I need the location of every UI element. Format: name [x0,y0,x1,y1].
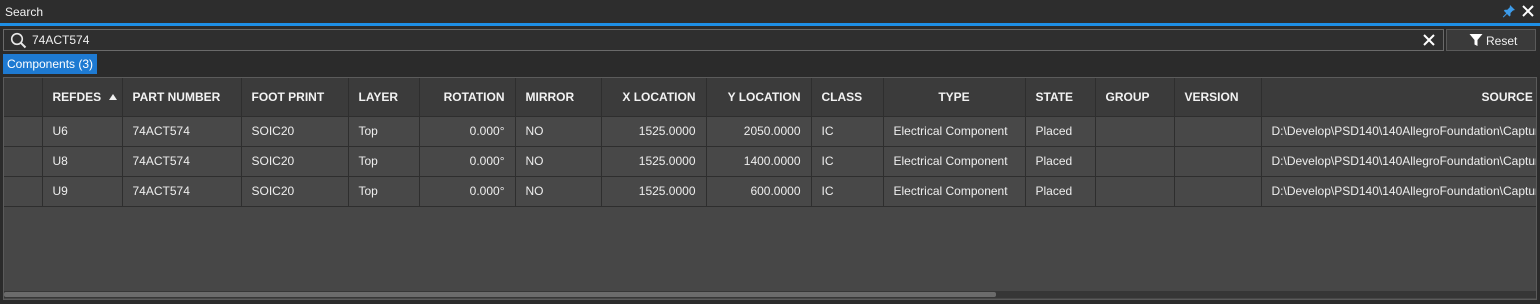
horizontal-scrollbar[interactable] [4,291,1536,298]
cell-version [1174,116,1262,147]
pin-icon[interactable] [1502,4,1516,18]
column-header-rotation[interactable]: ROTATION [419,78,516,117]
cell-layer: Top [348,176,420,207]
column-header-state[interactable]: STATE [1025,78,1096,117]
column-header-y-location[interactable]: Y LOCATION [706,78,812,117]
cell-rotation: 0.000° [419,146,516,177]
column-header-select[interactable] [4,78,43,117]
cell-class: IC [811,176,884,207]
cell-mirror: NO [515,116,602,147]
cell-foot-print: SOIC20 [241,176,349,207]
results-table: REFDES PART NUMBER FOOT PRINT LAYER ROTA… [4,78,1536,207]
column-header-mirror[interactable]: MIRROR [515,78,602,117]
search-input[interactable] [32,32,1412,48]
close-icon[interactable] [1520,3,1536,19]
cell-rotation: 0.000° [419,116,516,147]
cell-version [1174,176,1262,207]
cell-refdes: U6 [42,116,123,147]
window-title: Search [5,5,44,19]
cell-layer: Top [348,146,420,177]
cell-class: IC [811,146,884,177]
row-selector[interactable] [4,176,43,207]
cell-part-number: 74ACT574 [122,176,242,207]
cell-group [1095,176,1175,207]
cell-y-location: 600.0000 [706,176,812,207]
table-row[interactable]: U9 74ACT574 SOIC20 Top 0.000° NO 1525.00… [4,176,1536,207]
cell-part-number: 74ACT574 [122,146,242,177]
cell-refdes: U9 [42,176,123,207]
sort-ascending-icon [109,93,118,100]
cell-part-number: 74ACT574 [122,116,242,147]
cell-type: Electrical Component [883,116,1026,147]
column-header-foot-print[interactable]: FOOT PRINT [241,78,349,117]
cell-state: Placed [1025,176,1096,207]
cell-y-location: 2050.0000 [706,116,812,147]
table-row[interactable]: U6 74ACT574 SOIC20 Top 0.000° NO 1525.00… [4,116,1536,147]
reset-button-label: Reset [1486,34,1518,48]
cell-state: Placed [1025,146,1096,177]
column-header-x-location[interactable]: X LOCATION [601,78,707,117]
column-header-layer[interactable]: LAYER [348,78,420,117]
cell-x-location: 1525.0000 [601,146,707,177]
cell-class: IC [811,116,884,147]
search-icon [10,32,27,49]
cell-state: Placed [1025,116,1096,147]
scrollbar-thumb[interactable] [4,292,996,297]
column-header-group[interactable]: GROUP [1095,78,1175,117]
row-selector[interactable] [4,146,43,177]
cell-mirror: NO [515,176,602,207]
column-header-version[interactable]: VERSION [1174,78,1262,117]
tab-components[interactable]: Components (3) [3,54,98,74]
column-header-source[interactable]: SOURCE [1261,78,1536,117]
column-header-class[interactable]: CLASS [811,78,884,117]
accent-bar [0,23,1540,26]
cell-y-location: 1400.0000 [706,146,812,177]
filter-icon [1469,34,1483,46]
column-header-refdes[interactable]: REFDES [42,78,123,117]
column-header-label: REFDES [52,89,102,104]
cell-type: Electrical Component [883,146,1026,177]
table-row[interactable]: U8 74ACT574 SOIC20 Top 0.000° NO 1525.00… [4,146,1536,177]
clear-search-icon[interactable] [1422,33,1436,47]
cell-x-location: 1525.0000 [601,116,707,147]
cell-type: Electrical Component [883,176,1026,207]
cell-version [1174,146,1262,177]
column-header-type[interactable]: TYPE [883,78,1026,117]
cell-mirror: NO [515,146,602,177]
search-box[interactable] [3,29,1444,51]
cell-layer: Top [348,116,420,147]
cell-source: D:\Develop\PSD140\140AllegroFoundation\C… [1261,146,1536,177]
cell-rotation: 0.000° [419,176,516,207]
cell-foot-print: SOIC20 [241,116,349,147]
reset-button[interactable]: Reset [1446,29,1536,51]
cell-source: D:\Develop\PSD140\140AllegroFoundation\C… [1261,116,1536,147]
header-row: REFDES PART NUMBER FOOT PRINT LAYER ROTA… [4,78,1536,117]
cell-x-location: 1525.0000 [601,176,707,207]
title-bar: Search [0,0,1540,23]
cell-foot-print: SOIC20 [241,146,349,177]
cell-group [1095,146,1175,177]
cell-source: D:\Develop\PSD140\140AllegroFoundation\C… [1261,176,1536,207]
row-selector[interactable] [4,116,43,147]
cell-refdes: U8 [42,146,123,177]
column-header-part-number[interactable]: PART NUMBER [122,78,242,117]
cell-group [1095,116,1175,147]
results-grid: REFDES PART NUMBER FOOT PRINT LAYER ROTA… [3,77,1537,300]
